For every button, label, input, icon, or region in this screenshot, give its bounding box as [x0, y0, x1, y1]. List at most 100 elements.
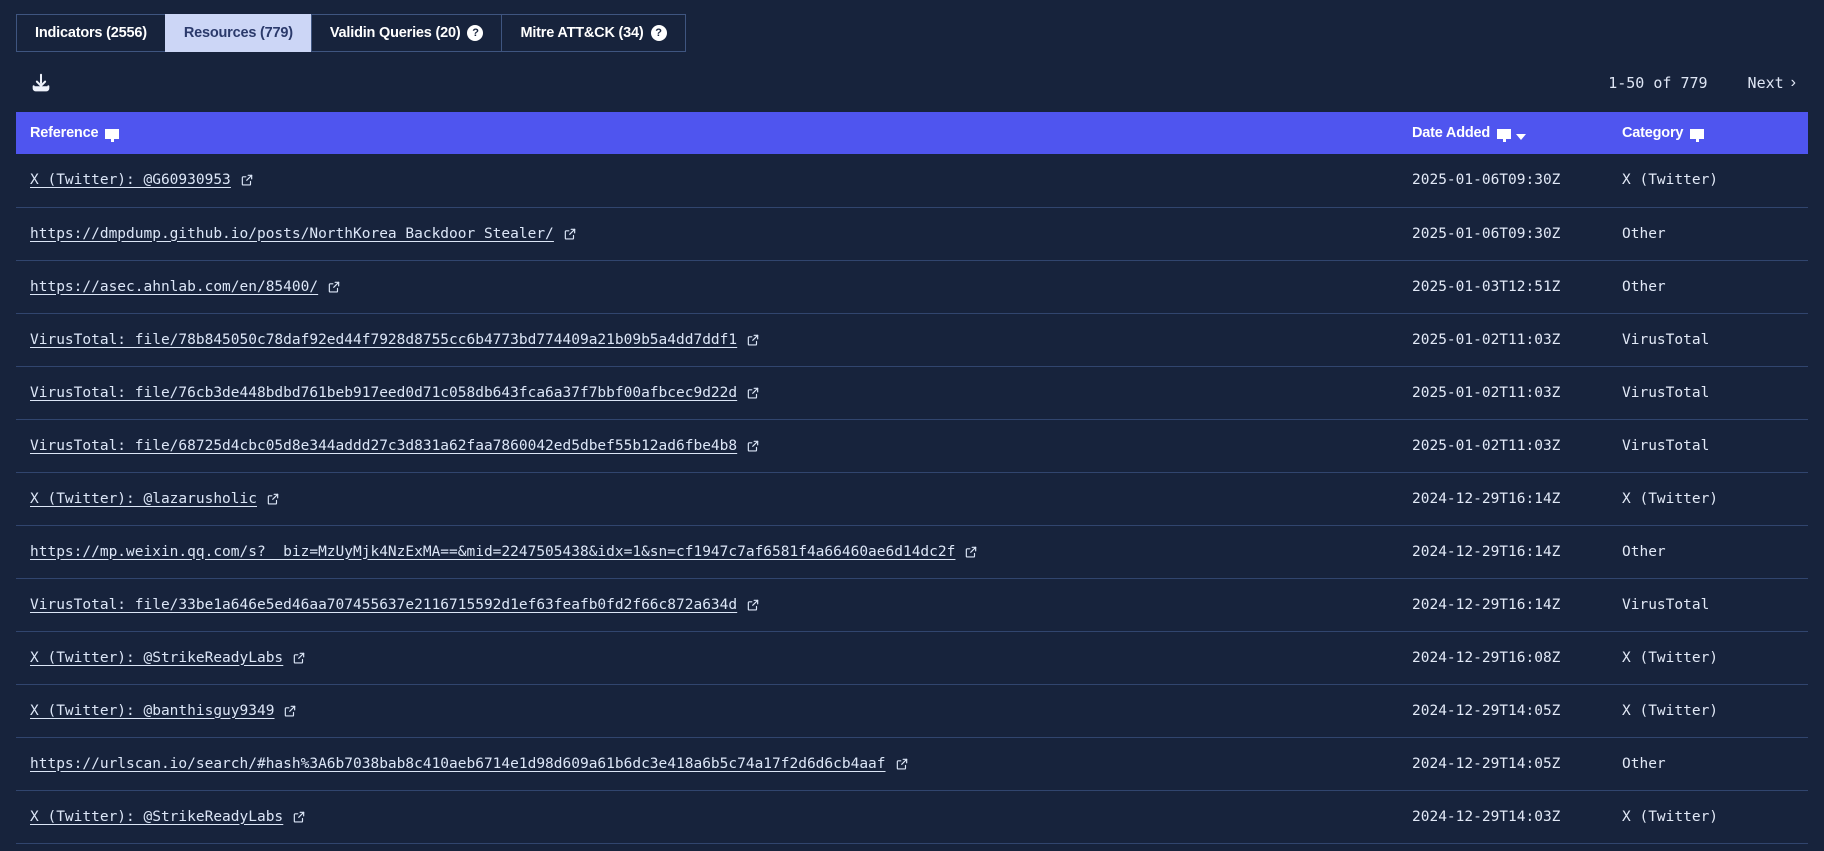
reference-link-label: https://dmpdump.github.io/posts/NorthKor…	[30, 225, 554, 242]
cell-category: X (Twitter)	[1608, 154, 1808, 208]
table-header: Reference Date Added Category	[16, 112, 1808, 154]
filter-icon[interactable]	[105, 129, 120, 142]
table-header-row: Reference Date Added Category	[16, 112, 1808, 154]
column-label-reference: Reference	[30, 125, 99, 141]
reference-link[interactable]: https://mp.weixin.qq.com/s?__biz=MzUyMjk…	[30, 544, 978, 560]
cell-category: X (Twitter)	[1608, 631, 1808, 685]
cell-category: VirusTotal	[1608, 578, 1808, 632]
cell-date-added: 2024-12-29T16:14Z	[1398, 472, 1608, 526]
tab-label: Mitre ATT&CK (34)	[520, 25, 644, 41]
reference-link[interactable]: X (Twitter): @lazarusholic	[30, 491, 280, 507]
reference-link[interactable]: X (Twitter): @banthisguy9349	[30, 703, 297, 719]
column-label-date-added: Date Added	[1412, 125, 1491, 141]
chevron-right-icon: ›	[1790, 74, 1796, 91]
reference-link[interactable]: X (Twitter): @StrikeReadyLabs	[30, 809, 306, 825]
external-link-icon	[563, 227, 577, 241]
cell-category: VirusTotal	[1608, 366, 1808, 420]
tab-resources-779[interactable]: Resources (779)	[164, 14, 311, 52]
cell-reference: https://dmpdump.github.io/posts/NorthKor…	[16, 207, 1398, 261]
table-toolbar: 1-50 of 779 Next ›	[0, 58, 1824, 108]
reference-link[interactable]: VirusTotal: file/68725d4cbc05d8e344addd2…	[30, 438, 760, 454]
external-link-icon	[240, 173, 254, 187]
reference-link[interactable]: X (Twitter): @StrikeReadyLabs	[30, 650, 306, 666]
external-link-icon	[292, 810, 306, 824]
external-link-icon	[746, 439, 760, 453]
column-header-category[interactable]: Category	[1608, 112, 1808, 154]
cell-date-added: 2025-01-06T09:30Z	[1398, 154, 1608, 208]
external-link-icon	[746, 598, 760, 612]
table-row: https://asec.ahnlab.com/en/85400/2025-01…	[16, 260, 1808, 314]
external-link-icon	[746, 333, 760, 347]
download-button[interactable]	[28, 70, 54, 96]
external-link-icon	[292, 651, 306, 665]
cell-reference: X (Twitter): @G60930953	[16, 154, 1398, 208]
tab-label: Resources (779)	[183, 25, 293, 41]
table-row: X (Twitter): @lazarusholic 2024-12-29T16:…	[16, 472, 1808, 526]
table-row: VirusTotal: file/78b845050c78daf92ed44f7…	[16, 313, 1808, 367]
next-page-label: Next	[1747, 74, 1784, 92]
cell-category: VirusTotal	[1608, 313, 1808, 367]
filter-icon[interactable]	[1690, 129, 1705, 142]
external-link-icon	[327, 280, 341, 294]
cell-date-added: 2024-12-29T14:05Z	[1398, 737, 1608, 791]
cell-category: Other	[1608, 207, 1808, 261]
cell-date-added: 2024-12-29T14:03Z	[1398, 790, 1608, 844]
cell-reference: VirusTotal: file/76cb3de448bdbd761beb917…	[16, 366, 1398, 420]
cell-reference: X (Twitter): @StrikeReadyLabs	[16, 631, 1398, 685]
cell-category: X (Twitter)	[1608, 472, 1808, 526]
reference-link[interactable]: https://asec.ahnlab.com/en/85400/	[30, 279, 341, 295]
reference-link-label: https://urlscan.io/search/#hash%3A6b7038…	[30, 755, 886, 772]
cell-category: Other	[1608, 737, 1808, 791]
tab-validin-queries-20[interactable]: Validin Queries (20)?	[310, 14, 502, 52]
resources-table: Reference Date Added Category X (Twitter…	[16, 112, 1808, 844]
sort-descending-icon[interactable]	[1516, 134, 1527, 140]
reference-link-label: VirusTotal: file/33be1a646e5ed46aa707455…	[30, 596, 738, 613]
help-icon[interactable]: ?	[467, 25, 484, 41]
cell-reference: VirusTotal: file/33be1a646e5ed46aa707455…	[16, 578, 1398, 632]
cell-date-added: 2025-01-02T11:03Z	[1398, 313, 1608, 367]
reference-link-label: https://asec.ahnlab.com/en/85400/	[30, 278, 319, 295]
column-header-date-added[interactable]: Date Added	[1398, 112, 1608, 154]
table-row: VirusTotal: file/68725d4cbc05d8e344addd2…	[16, 419, 1808, 473]
cell-reference: VirusTotal: file/68725d4cbc05d8e344addd2…	[16, 419, 1398, 473]
tab-mitre-att-ck-34[interactable]: Mitre ATT&CK (34)?	[501, 14, 686, 52]
tab-bar: Indicators (2556) Resources (779) Validin …	[0, 0, 1824, 58]
tab-indicators-2556[interactable]: Indicators (2556)	[16, 14, 165, 52]
reference-link[interactable]: VirusTotal: file/76cb3de448bdbd761beb917…	[30, 385, 760, 401]
help-icon[interactable]: ?	[650, 25, 667, 41]
cell-date-added: 2025-01-02T11:03Z	[1398, 366, 1608, 420]
reference-link-label: https://mp.weixin.qq.com/s?__biz=MzUyMjk…	[30, 543, 956, 560]
table-row: VirusTotal: file/33be1a646e5ed46aa707455…	[16, 578, 1808, 632]
table-row: https://mp.weixin.qq.com/s?__biz=MzUyMjk…	[16, 525, 1808, 579]
next-page-button[interactable]: Next ›	[1748, 74, 1796, 92]
reference-link[interactable]: VirusTotal: file/78b845050c78daf92ed44f7…	[30, 332, 760, 348]
column-header-reference[interactable]: Reference	[16, 112, 1398, 154]
reference-link-label: X (Twitter): @StrikeReadyLabs	[30, 808, 284, 825]
reference-link-label: X (Twitter): @StrikeReadyLabs	[30, 649, 284, 666]
cell-reference: X (Twitter): @banthisguy9349	[16, 684, 1398, 738]
resources-table-container: Reference Date Added Category X (Twitter…	[16, 112, 1808, 844]
resources-page: Indicators (2556) Resources (779) Validin …	[0, 0, 1824, 851]
cell-reference: https://mp.weixin.qq.com/s?__biz=MzUyMjk…	[16, 525, 1398, 579]
cell-category: X (Twitter)	[1608, 684, 1808, 738]
cell-date-added: 2024-12-29T16:14Z	[1398, 525, 1608, 579]
reference-link[interactable]: VirusTotal: file/33be1a646e5ed46aa707455…	[30, 597, 760, 613]
reference-link[interactable]: https://urlscan.io/search/#hash%3A6b7038…	[30, 756, 909, 772]
cell-reference: https://asec.ahnlab.com/en/85400/	[16, 260, 1398, 314]
cell-category: Other	[1608, 260, 1808, 314]
cell-reference: X (Twitter): @lazarusholic	[16, 472, 1398, 526]
table-row: VirusTotal: file/76cb3de448bdbd761beb917…	[16, 366, 1808, 420]
reference-link-label: VirusTotal: file/76cb3de448bdbd761beb917…	[30, 384, 738, 401]
filter-icon[interactable]	[1497, 129, 1512, 142]
cell-date-added: 2025-01-06T09:30Z	[1398, 207, 1608, 261]
tab-label: Validin Queries (20)	[329, 25, 461, 41]
external-link-icon	[266, 492, 280, 506]
table-row: X (Twitter): @G60930953 2025-01-06T09:30Z…	[16, 154, 1808, 208]
reference-link-label: X (Twitter): @banthisguy9349	[30, 702, 275, 719]
cell-category: X (Twitter)	[1608, 790, 1808, 844]
cell-date-added: 2024-12-29T16:14Z	[1398, 578, 1608, 632]
reference-link[interactable]: https://dmpdump.github.io/posts/NorthKor…	[30, 226, 577, 242]
pagination-range: 1-50 of 779	[1608, 74, 1708, 92]
reference-link[interactable]: X (Twitter): @G60930953	[30, 172, 254, 188]
cell-date-added: 2024-12-29T14:05Z	[1398, 684, 1608, 738]
